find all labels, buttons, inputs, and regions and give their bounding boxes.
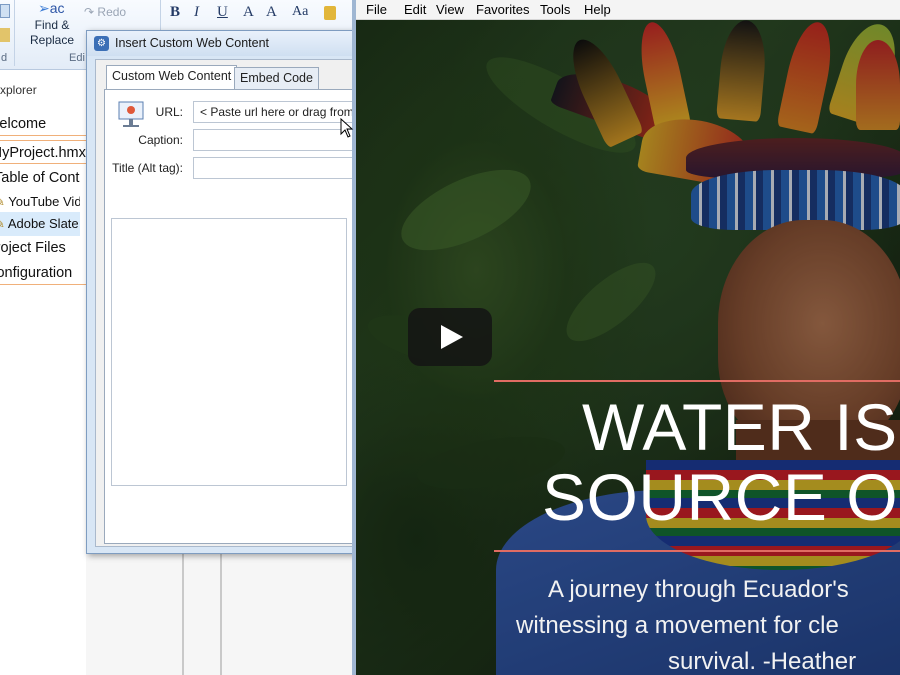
dialog-app-icon: ⚙ [94, 36, 109, 51]
explorer-item-label: Adobe Slate [7, 216, 79, 231]
paste-icon[interactable] [0, 28, 10, 42]
url-label: URL: [155, 105, 183, 119]
url-input[interactable]: < Paste url here or drag from [193, 101, 352, 123]
tab-panel: URL: < Paste url here or drag from Capti… [104, 89, 352, 544]
editor-divider [182, 550, 184, 675]
subscript-button[interactable]: A [266, 4, 277, 22]
headline-line-2: SOURCE O [542, 460, 899, 534]
menu-view[interactable]: View [436, 2, 464, 17]
dialog-title: Insert Custom Web Content [115, 36, 270, 50]
menu-file[interactable]: File [366, 2, 387, 17]
redo-label: Redo [97, 5, 127, 19]
explorer-item-label: YouTube Video [8, 194, 80, 209]
topic-icon: ✎ [0, 216, 5, 231]
group-d-label: d [1, 52, 8, 64]
mouse-cursor-icon [340, 118, 354, 138]
title-alt-input[interactable] [193, 157, 352, 179]
menu-tools[interactable]: Tools [540, 2, 570, 17]
headline-line-1: WATER IS [582, 390, 898, 464]
explorer-item-configuration[interactable]: Configuration [0, 261, 86, 285]
italic-button[interactable]: I [194, 4, 199, 22]
menu-favorites[interactable]: Favorites [476, 2, 529, 17]
play-icon [441, 325, 463, 349]
explorer-item-youtube-video[interactable]: ✎ YouTube Video [0, 190, 80, 214]
find-replace-icon[interactable]: ➢ac [38, 0, 65, 17]
find-replace-button[interactable]: Find & Replace [30, 18, 74, 48]
editor-app: d ➢ac Find & Replace Edi ↷ Redo B I U A … [0, 0, 352, 675]
find-replace-line1: Find & [34, 18, 70, 32]
dialog-body: Custom Web Content Embed Code URL: < Pas… [95, 59, 352, 547]
superscript-button[interactable]: A [243, 4, 254, 22]
menu-help[interactable]: Help [584, 2, 611, 17]
video-subtitle: A journey through Ecuador's witnessing a… [516, 572, 900, 675]
bold-button[interactable]: B [170, 4, 180, 22]
caption-label: Caption: [138, 133, 183, 147]
redo-button[interactable]: ↷ Redo [84, 5, 126, 19]
video-player[interactable]: WATER IS SOURCE O A journey through Ecua… [356, 20, 900, 675]
tab-embed-code[interactable]: Embed Code [234, 67, 319, 89]
tab-custom-web-content[interactable]: Custom Web Content [106, 65, 238, 90]
title-rule-top [494, 380, 900, 382]
explorer-item-adobe-slate[interactable]: ✎ Adobe Slate [0, 212, 80, 236]
play-button[interactable] [408, 308, 492, 366]
explorer-item-toc[interactable]: Table of Contents [0, 166, 80, 190]
redo-icon: ↷ [84, 5, 95, 19]
insert-web-content-dialog: ⚙ Insert Custom Web Content Custom Web C… [86, 30, 352, 554]
explorer-item-project-files[interactable]: Project Files [0, 236, 86, 260]
dialog-titlebar[interactable]: ⚙ Insert Custom Web Content [87, 31, 352, 56]
video-headline: WATER IS SOURCE O [542, 392, 900, 532]
web-content-icon [117, 100, 145, 130]
underline-button[interactable]: U [217, 4, 228, 22]
explorer-header: Explorer [0, 83, 37, 97]
subtitle-line-3: survival. -Heather [668, 648, 857, 675]
explorer-item-project[interactable]: MyProject.hmxz [0, 140, 86, 164]
preview-box [111, 218, 347, 486]
subtitle-line-2: witnessing a movement for cle [516, 612, 839, 639]
caption-input[interactable] [193, 129, 352, 151]
group-edit-label: Edi [69, 52, 85, 64]
title-alt-label: Title (Alt tag): [112, 161, 183, 175]
ac-label: ac [49, 0, 65, 16]
menu-edit[interactable]: Edit [404, 2, 426, 17]
browser-window: File Edit View Favorites Tools Help WATE… [352, 0, 900, 675]
project-explorer: Explorer Welcome MyProject.hmxz Table of… [0, 70, 86, 675]
undo-icon[interactable] [0, 4, 10, 18]
title-rule-bottom [494, 550, 900, 552]
editor-divider [220, 550, 222, 675]
menu-bar: File Edit View Favorites Tools Help [356, 0, 900, 20]
topic-icon: ✎ [0, 194, 5, 209]
change-case-button[interactable]: Aa [292, 4, 308, 22]
explorer-item-welcome[interactable]: Welcome [0, 112, 86, 136]
subtitle-line-1: A journey through Ecuador's [548, 576, 849, 603]
lock-icon[interactable] [324, 6, 336, 20]
find-replace-line2: Replace [30, 33, 75, 47]
